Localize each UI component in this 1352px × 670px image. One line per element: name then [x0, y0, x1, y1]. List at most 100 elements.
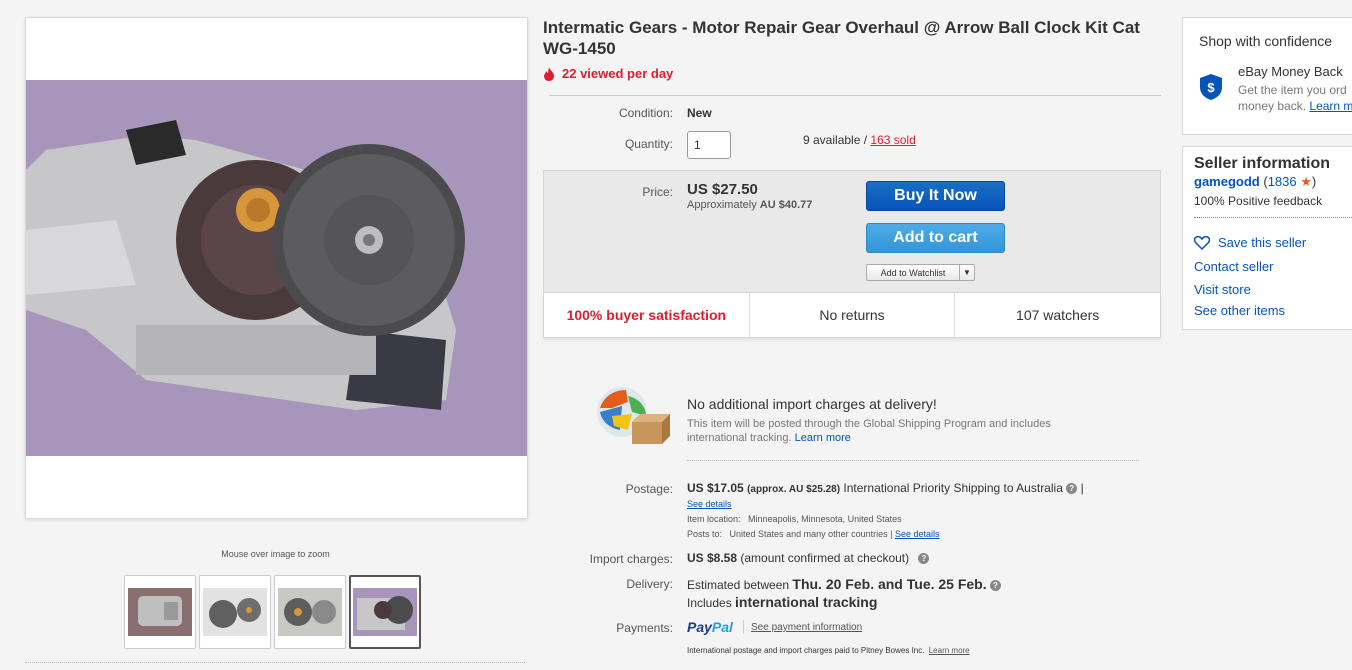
- divider: [1194, 217, 1352, 218]
- seller-info-title: Seller information: [1194, 155, 1331, 172]
- visit-store-link[interactable]: Visit store: [1194, 282, 1251, 297]
- delivery-prefix: Estimated between: [687, 578, 790, 592]
- zoom-hint: Mouse over image to zoom: [221, 549, 330, 559]
- posts-to-see-details-link[interactable]: See details: [895, 529, 940, 539]
- seller-feedback-score-link[interactable]: 1836: [1268, 174, 1297, 189]
- listing-title: Intermatic Gears - Motor Repair Gear Ove…: [543, 18, 1140, 58]
- thumbnail-2[interactable]: [199, 575, 271, 649]
- see-other-items-link[interactable]: See other items: [1194, 303, 1285, 318]
- thumbnail-4[interactable]: [349, 575, 421, 649]
- save-seller-label: Save this seller: [1218, 235, 1307, 250]
- approx-value: AU $40.77: [759, 199, 813, 211]
- save-seller-link[interactable]: Save this seller: [1194, 235, 1306, 250]
- import-heading: No additional import charges at delivery…: [687, 396, 937, 412]
- postage-info: US $17.05 (approx. AU $25.28) Internatio…: [687, 481, 1084, 495]
- item-location: Item location: Minneapolis, Minnesota, U…: [687, 514, 902, 524]
- seller-positive-feedback: 100% Positive feedback: [1194, 194, 1323, 208]
- approx-price: Approximately AU $40.77: [687, 199, 812, 211]
- thumbnail-image: [353, 588, 417, 636]
- tracking-prefix: Includes: [687, 596, 732, 610]
- money-back-learn-more-link[interactable]: Learn m: [1309, 99, 1352, 113]
- main-image-card[interactable]: [25, 17, 528, 519]
- tracking-info: Includes international tracking: [687, 594, 877, 610]
- shield-icon: $: [1200, 74, 1222, 105]
- seller-score-close: ): [1311, 174, 1317, 189]
- views-text: 22 viewed per day: [562, 66, 674, 81]
- thumbnail-image: [203, 588, 267, 636]
- posts-to-label: Posts to:: [687, 529, 723, 539]
- import-learn-more-link[interactable]: Learn more: [795, 432, 851, 444]
- money-back-text-1: Get the item you ord: [1238, 83, 1347, 97]
- buy-it-now-button[interactable]: Buy It Now: [866, 181, 1005, 211]
- divider: [25, 662, 525, 663]
- import-charges-note: (amount confirmed at checkout): [740, 551, 910, 565]
- footer-note-text: International postage and import charges…: [687, 646, 925, 655]
- chevron-down-icon[interactable]: ▼: [959, 265, 974, 280]
- postage-approx: (approx. AU $25.28): [747, 484, 841, 495]
- heart-icon: [1194, 235, 1210, 250]
- listing-stats-bar: 100% buyer satisfaction No returns 107 w…: [543, 292, 1161, 338]
- postage-separator: |: [1080, 481, 1084, 495]
- paypal-pal: Pal: [711, 619, 733, 635]
- seller-score-open: (: [1259, 174, 1268, 189]
- available-count: 9 available: [803, 133, 861, 147]
- delivery-estimate: Estimated between Thu. 20 Feb. and Tue. …: [687, 576, 1001, 592]
- postage-see-details-link[interactable]: See details: [687, 499, 732, 509]
- views-indicator: 22 viewed per day: [543, 66, 673, 81]
- paypal-pay: Pay: [687, 619, 712, 635]
- delivery-label: Delivery:: [626, 577, 673, 591]
- import-charges-label: Import charges:: [589, 552, 673, 566]
- money-back-text-2-label: money back.: [1238, 99, 1307, 113]
- divider: [549, 95, 1161, 96]
- see-payment-info-link[interactable]: See payment information: [751, 622, 862, 633]
- money-back-title: eBay Money Back: [1238, 64, 1343, 79]
- svg-text:$: $: [1207, 80, 1215, 95]
- footer-learn-more-link[interactable]: Learn more: [929, 646, 970, 655]
- thumbnail-1[interactable]: [124, 575, 196, 649]
- price-value: US $27.50: [687, 181, 758, 198]
- price-label: Price:: [642, 185, 673, 199]
- thumbnail-image: [128, 588, 192, 636]
- import-charges-price: US $8.58: [687, 551, 738, 565]
- condition-value: New: [687, 106, 712, 120]
- quantity-label: Quantity:: [624, 137, 673, 151]
- seller-identity: gamegodd (1836 ★): [1194, 174, 1316, 190]
- add-to-cart-button[interactable]: Add to cart: [866, 223, 1005, 253]
- thumbnail-3[interactable]: [274, 575, 346, 649]
- global-shipping-icon: [592, 382, 672, 457]
- availability-separator: /: [860, 133, 871, 147]
- seller-name-link[interactable]: gamegodd: [1194, 174, 1260, 189]
- add-to-watchlist-button[interactable]: Add to Watchlist ▼: [866, 264, 975, 281]
- posts-to: Posts to: United States and many other c…: [687, 529, 940, 539]
- buyer-satisfaction: 100% buyer satisfaction: [544, 293, 750, 337]
- postage-service: International Priority Shipping to Austr…: [843, 481, 1063, 495]
- item-location-label: Item location:: [687, 514, 741, 524]
- help-icon[interactable]: ?: [918, 553, 930, 565]
- thumbnail-image: [278, 588, 342, 636]
- approx-prefix: Approximately: [687, 199, 757, 211]
- confidence-title: Shop with confidence: [1199, 33, 1333, 49]
- postage-label: Postage:: [625, 482, 673, 496]
- help-icon[interactable]: ?: [989, 580, 1001, 592]
- star-icon: ★: [1300, 174, 1312, 189]
- main-product-image[interactable]: [26, 80, 527, 456]
- footer-note: International postage and import charges…: [687, 646, 970, 655]
- help-icon[interactable]: ?: [1066, 483, 1078, 495]
- contact-seller-link[interactable]: Contact seller: [1194, 259, 1273, 274]
- import-charges-info: US $8.58 (amount confirmed at checkout) …: [687, 551, 930, 565]
- availability: 9 available / 163 sold: [803, 133, 916, 147]
- payments-label: Payments:: [616, 621, 673, 635]
- import-description: This item will be posted through the Glo…: [687, 417, 1107, 445]
- condition-label: Condition:: [618, 106, 673, 120]
- item-location-value: Minneapolis, Minnesota, United States: [748, 514, 902, 524]
- tracking-bold: international tracking: [735, 594, 878, 610]
- watchers-count: 107 watchers: [1016, 307, 1100, 323]
- postage-price: US $17.05: [687, 481, 744, 495]
- watchlist-label: Add to Watchlist: [880, 267, 946, 278]
- returns-policy: No returns: [750, 293, 956, 337]
- quantity-input[interactable]: [687, 131, 731, 159]
- sold-count-link[interactable]: 163 sold: [870, 133, 915, 147]
- fire-icon: [544, 66, 554, 81]
- divider: [743, 620, 744, 634]
- delivery-dates: Thu. 20 Feb. and Tue. 25 Feb.: [792, 576, 987, 592]
